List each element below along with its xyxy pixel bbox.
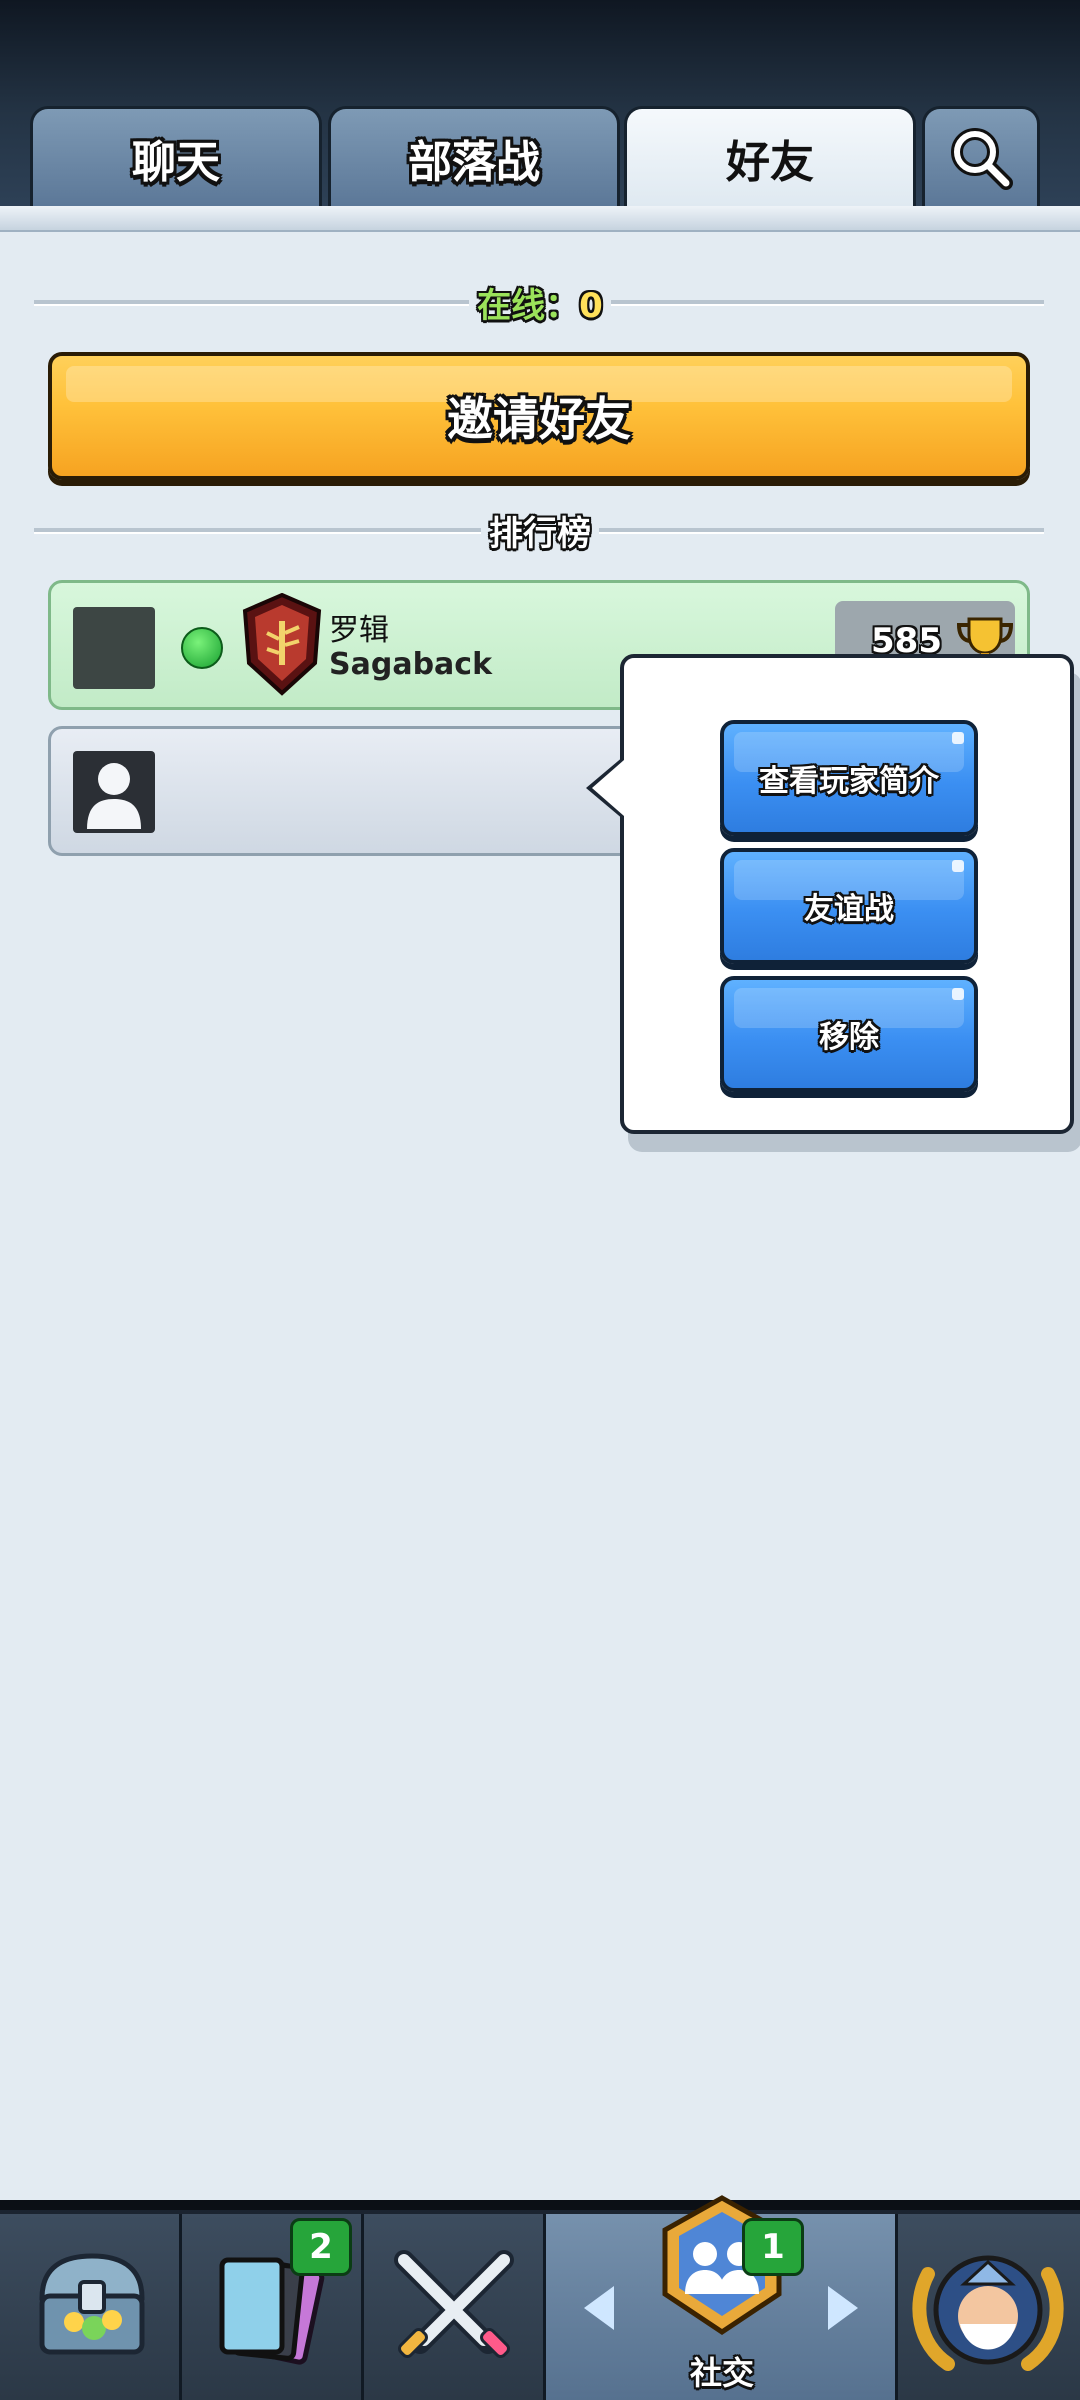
nav-prev-arrow-icon[interactable]	[584, 2286, 614, 2330]
remove-friend-label: 移除	[819, 1020, 879, 1055]
friend-context-menu: 查看玩家简介 友谊战 移除	[620, 654, 1074, 1134]
nav-battle[interactable]	[364, 2214, 546, 2400]
tab-friends[interactable]: 好友	[624, 106, 916, 206]
nav-shop[interactable]	[0, 2214, 182, 2400]
king-portrait-icon	[912, 2255, 1064, 2371]
view-profile-button[interactable]: 查看玩家简介	[720, 720, 978, 836]
chest-icon	[39, 2253, 145, 2355]
cards-notification-badge: 2	[290, 2218, 352, 2276]
tab-clan-war[interactable]: 部落战	[328, 106, 620, 206]
online-count: 在线：0	[0, 278, 1080, 327]
invite-friends-label: 邀请好友	[447, 392, 631, 446]
clan-badge-icon	[242, 593, 322, 696]
tab-underline	[0, 206, 1080, 232]
nav-events[interactable]	[898, 2214, 1080, 2400]
online-status-icon	[181, 627, 223, 669]
search-icon	[951, 127, 1013, 190]
crossed-swords-icon	[394, 2250, 514, 2358]
tab-chat-label: 聊天	[132, 136, 220, 188]
friend-clan-name: Sagaback	[329, 647, 493, 682]
remove-friend-button[interactable]: 移除	[720, 976, 978, 1092]
tab-chat[interactable]: 聊天	[30, 106, 322, 206]
social-notification-badge: 1	[742, 2218, 804, 2276]
tab-clan-war-label: 部落战	[408, 136, 540, 188]
nav-social-label: 社交	[689, 2354, 754, 2392]
search-button[interactable]	[922, 106, 1040, 206]
leaderboard-label: 排行榜	[0, 506, 1080, 555]
popup-pointer-fill	[592, 760, 624, 816]
friendly-battle-button[interactable]: 友谊战	[720, 848, 978, 964]
friend-name: 罗辑	[329, 613, 389, 648]
tab-friends-label: 好友	[726, 136, 814, 188]
default-avatar-icon	[73, 751, 155, 833]
friendly-battle-label: 友谊战	[804, 892, 894, 927]
avatar	[73, 607, 155, 689]
nav-cards[interactable]: 2	[182, 2214, 364, 2400]
view-profile-label: 查看玩家简介	[759, 764, 939, 799]
nav-next-arrow-icon[interactable]	[828, 2286, 858, 2330]
online-label: 在线：	[477, 286, 580, 326]
invite-friends-button[interactable]: 邀请好友	[48, 352, 1030, 480]
online-value: 0	[579, 286, 603, 326]
